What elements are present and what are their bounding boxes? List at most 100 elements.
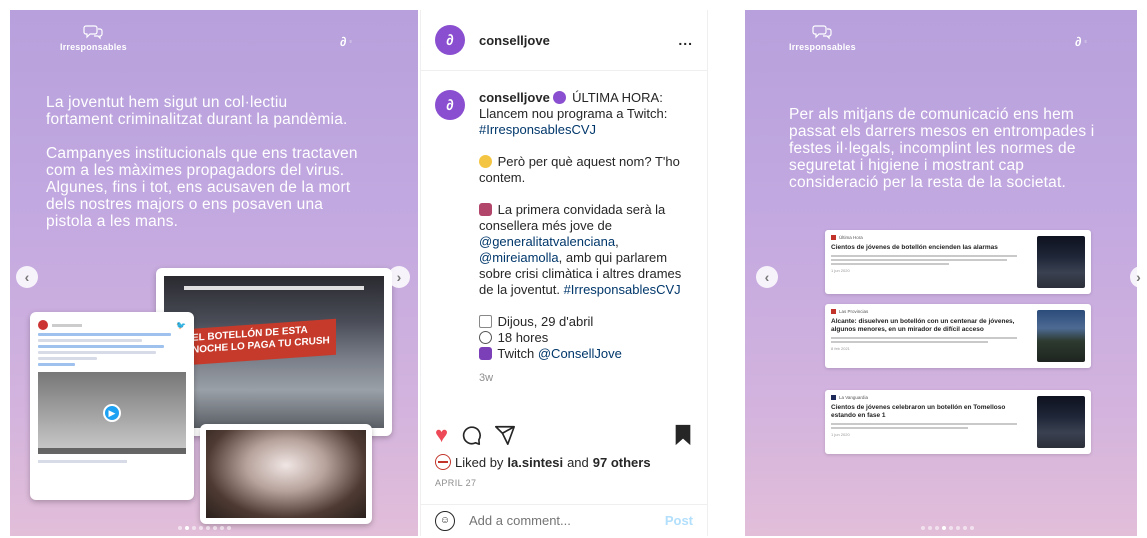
metro-photo: EL BOTELLÓN DE ESTA NOCHE LO PAGA TU CRU… — [164, 276, 384, 428]
news-card[interactable]: Las Provincias Alcante: disuelven un bot… — [825, 304, 1091, 368]
twitter-bird-icon: 🐦 — [176, 320, 186, 330]
calendar-emoji-icon — [479, 315, 492, 328]
progress-dot — [956, 526, 960, 530]
share-icon[interactable] — [494, 424, 516, 446]
emoji-smile-icon[interactable]: ☺ — [435, 510, 455, 531]
news-source-icon — [831, 309, 836, 314]
tweet-video[interactable]: ▶ — [38, 372, 186, 454]
avatar[interactable]: ∂ — [435, 25, 465, 55]
progress-dot — [206, 526, 210, 530]
likes-summary: Liked by la.sintesi and 97 others — [435, 454, 651, 470]
ceiling-lights — [184, 286, 364, 290]
tweet-timestamp-line — [38, 460, 127, 463]
news-card[interactable]: La Vanguardia Cientos de jóvenes celebra… — [825, 390, 1091, 454]
story-text-right: Per als mitjans de comunicació ens hem p… — [789, 106, 1095, 191]
mention-link[interactable]: @mireiamolla — [479, 250, 559, 265]
cvj-mark-icon: ∂ — [340, 34, 347, 49]
brand-name: Irresponsables — [60, 42, 127, 52]
post-actions: ♥ — [435, 422, 693, 448]
news-headline: Cientos de jóvenes de botellón encienden… — [831, 244, 998, 251]
chevron-left-icon[interactable]: ‹ — [16, 266, 38, 288]
post-comment-button[interactable]: Post — [665, 513, 693, 528]
progress-dot — [970, 526, 974, 530]
video-still-photo — [206, 430, 366, 518]
twitch-label: Twitch — [497, 346, 535, 361]
news-thumbnail — [1037, 310, 1085, 362]
likes-others-link[interactable]: 97 others — [593, 455, 651, 470]
event-details: Dijous, 29 d'abril 18 hores Twitch @Cons… — [479, 314, 697, 362]
post-caption: conselljove ÚLTIMA HORA: Llancem nou pro… — [479, 90, 697, 386]
metro-banner: EL BOTELLÓN DE ESTA NOCHE LO PAGA TU CRU… — [186, 318, 336, 366]
cvj-logo: ∂ ≡ — [1075, 34, 1098, 49]
speech-bubbles-icon — [83, 25, 104, 40]
cvj-mark-icon: ∂ — [1075, 34, 1082, 49]
hashtag-link[interactable]: #IrresponsablesCVJ — [479, 122, 596, 137]
caption-text: Però per què aquest nom? T'ho contem. — [479, 154, 680, 185]
tweet-hashtag-line — [38, 363, 75, 366]
twitch-emoji-icon — [479, 347, 492, 360]
story-paragraph: Campanyes institucionals que ens tractav… — [46, 145, 358, 230]
chevron-right-icon[interactable]: › — [388, 266, 410, 288]
likes-prefix: Liked by — [455, 454, 504, 470]
post-username[interactable]: conselljove — [479, 33, 550, 48]
likes-and: and — [567, 454, 589, 470]
progress-dot — [220, 526, 224, 530]
irresponsables-logo: Irresponsables — [789, 24, 856, 52]
chevron-left-icon[interactable]: ‹ — [756, 266, 778, 288]
event-hour: 18 hores — [497, 330, 549, 345]
comment-input[interactable] — [469, 513, 665, 528]
clock-emoji-icon — [479, 331, 492, 344]
event-date: Dijous, 29 d'abril — [497, 314, 594, 329]
avatar — [38, 320, 48, 330]
video-progress-bar[interactable] — [38, 448, 186, 454]
hashtag-link[interactable]: #IrresponsablesCVJ — [564, 282, 681, 297]
news-source-icon — [831, 235, 836, 240]
post-caption-block: ∂ conselljove ÚLTIMA HORA: Llancem nou p… — [435, 90, 697, 386]
news-summary — [831, 337, 1027, 343]
screenshot-root: Irresponsables ∂ ≡ La joventut hem sigut… — [0, 0, 1147, 538]
progress-dot — [178, 526, 182, 530]
story-progress-dots — [921, 526, 974, 530]
mention-link[interactable]: @generalitatvalenciana — [479, 234, 615, 249]
play-icon[interactable]: ▶ — [103, 404, 121, 422]
tweet-text-line — [38, 357, 98, 360]
caption-username[interactable]: conselljove — [479, 90, 550, 105]
chevron-right-icon[interactable]: › — [1130, 266, 1147, 288]
progress-dot-active — [942, 526, 946, 530]
news-summary — [831, 423, 1027, 429]
post-header: ∂ conselljove ... — [421, 10, 707, 71]
news-card[interactable]: Última Hora Cientos de jóvenes de botell… — [825, 230, 1091, 294]
mention-link[interactable]: @ConsellJove — [538, 346, 622, 361]
caption-text: La primera convidada serà la consellera … — [479, 202, 666, 233]
progress-dot — [227, 526, 231, 530]
progress-dot — [928, 526, 932, 530]
bookmark-icon[interactable] — [673, 424, 693, 446]
news-headline: Alcante: disuelven un botellón con un ce… — [831, 318, 1015, 333]
tweet-card: 🐦 ▶ — [30, 312, 194, 500]
like-heart-icon[interactable]: ♥ — [435, 424, 448, 446]
more-options-icon[interactable]: ... — [678, 32, 693, 48]
liked-by-user[interactable]: la.sintesi — [507, 455, 563, 470]
purple-circle-emoji-icon — [553, 91, 567, 104]
progress-dot-active — [185, 526, 189, 530]
story-paragraph: La joventut hem sigut un col·lectiu fort… — [46, 94, 348, 128]
story-text-left: La joventut hem sigut un col·lectiu fort… — [46, 94, 358, 247]
tweet-author-line — [52, 323, 82, 327]
avatar[interactable] — [435, 454, 451, 470]
post-time-ago[interactable]: 3w — [479, 370, 697, 386]
brand-name: Irresponsables — [789, 42, 856, 52]
tweet-text-line — [38, 333, 172, 336]
comment-bar: ☺ Post — [421, 504, 707, 536]
cvj-logo: ∂ ≡ — [340, 34, 363, 49]
progress-dot — [213, 526, 217, 530]
irresponsables-logo: Irresponsables — [60, 24, 127, 52]
video-still-card — [200, 424, 372, 524]
post-date: APRIL 27 — [435, 478, 477, 488]
news-headline: Cientos de jóvenes celebraron un botelló… — [831, 404, 1006, 419]
progress-dot — [963, 526, 967, 530]
instagram-post: ∂ conselljove ... ∂ conselljove ÚLTIMA H… — [420, 10, 708, 536]
comment-icon[interactable] — [460, 424, 482, 446]
avatar[interactable]: ∂ — [435, 90, 465, 120]
story-panel-left: Irresponsables ∂ ≡ La joventut hem sigut… — [10, 10, 418, 536]
thinking-face-emoji-icon — [479, 155, 492, 168]
